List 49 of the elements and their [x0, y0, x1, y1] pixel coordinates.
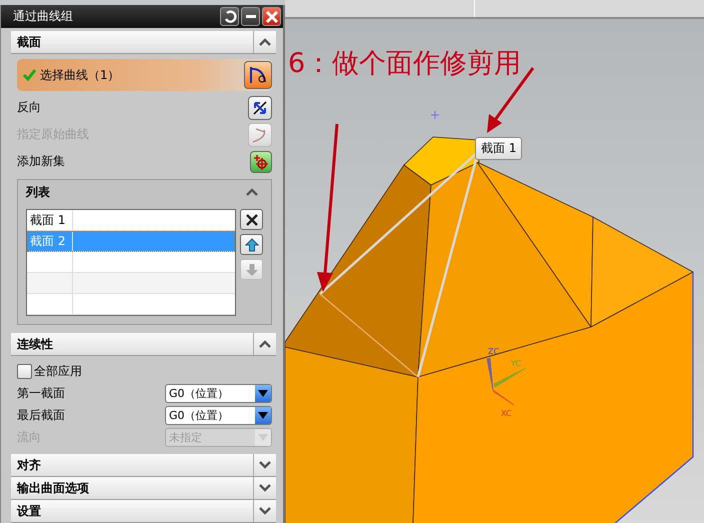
arrow-up-icon [244, 238, 258, 252]
section-header[interactable]: 连续性 [11, 333, 276, 356]
caret-icon [258, 390, 268, 396]
section-header[interactable]: 对齐 [11, 454, 276, 477]
section-title: 设置 [17, 502, 41, 520]
delete-button[interactable] [240, 209, 263, 230]
annotation-text: 6：做个面作修剪用 [288, 47, 522, 81]
axis-label: XC [501, 409, 512, 418]
minimize-button[interactable] [241, 7, 260, 26]
move-up-button[interactable] [240, 234, 263, 255]
close-button[interactable] [262, 7, 281, 26]
reset-icon [222, 10, 236, 24]
axis-triad-drawing [486, 357, 526, 406]
section-header[interactable]: 截面 [11, 31, 276, 54]
minimize-icon [246, 15, 256, 18]
dropdown[interactable]: G0（位置） [165, 384, 272, 402]
checkbox-label: 全部应用 [34, 362, 82, 380]
field-label: 最后截面 [17, 406, 65, 424]
curve-icon [248, 65, 268, 85]
swap-arrows-icon [252, 100, 268, 116]
crosshair-icon [430, 110, 440, 120]
section-title: 连续性 [17, 336, 53, 352]
arrow-down-icon [244, 262, 258, 276]
selection-step[interactable]: 选择曲线（1） [17, 59, 272, 91]
axis-label: ZC [488, 347, 500, 356]
section-title: 截面 [17, 34, 41, 50]
close-icon [264, 10, 278, 24]
window-title: 通过曲线组 [13, 8, 73, 25]
add-target-icon [253, 154, 269, 170]
section-title: 对齐 [17, 456, 41, 474]
field-label: 第一截面 [17, 384, 65, 402]
row-label: 反向 [17, 99, 42, 116]
section-header[interactable]: 设置 [11, 500, 276, 523]
caret-icon [258, 434, 268, 440]
list-title: 列表 [26, 184, 50, 200]
section-header[interactable]: 输出曲面选项 [11, 477, 276, 500]
row-label: 添加新集 [17, 153, 66, 170]
reset-button[interactable] [220, 7, 239, 26]
close-icon [244, 212, 258, 226]
dropdown[interactable]: G0（位置） [165, 406, 272, 424]
axis-label: YC [511, 359, 522, 368]
reverse-button[interactable] [248, 96, 272, 120]
add-set-button[interactable] [250, 150, 272, 172]
caret-icon [258, 412, 268, 418]
curve-button[interactable] [244, 61, 272, 89]
tooltip: 截面 1 [475, 137, 522, 160]
checkbox[interactable] [17, 364, 32, 378]
row-label: 选择曲线（1） [40, 66, 121, 84]
section-title: 输出曲面选项 [17, 480, 89, 496]
